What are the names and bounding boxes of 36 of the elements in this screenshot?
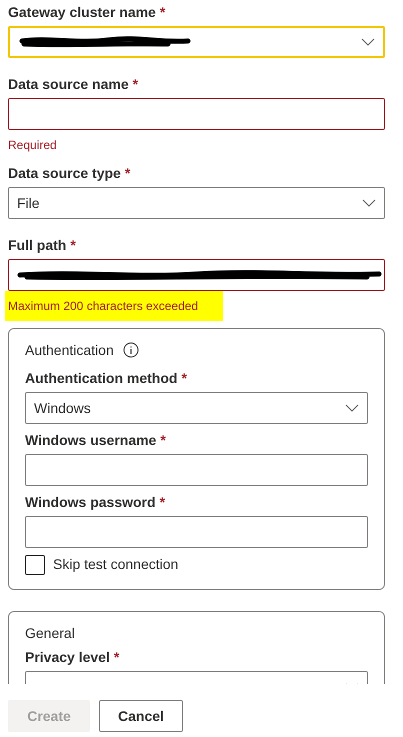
- chevron-down-icon: [361, 38, 375, 46]
- field-label: Authentication method: [25, 368, 178, 388]
- required-asterisk: *: [160, 492, 166, 512]
- info-icon[interactable]: [122, 342, 139, 358]
- field-value: File: [17, 194, 40, 212]
- checkbox-label: Skip test connection: [53, 555, 178, 574]
- dropdown[interactable]: [8, 26, 385, 58]
- section-title: Authentication: [25, 340, 114, 360]
- chevron-down-icon: [362, 199, 376, 207]
- required-asterisk: *: [132, 74, 138, 94]
- field-label: Full path: [8, 236, 66, 255]
- required-asterisk: *: [160, 2, 166, 22]
- dropdown[interactable]: Windows: [25, 392, 368, 424]
- error-message: Required: [8, 137, 57, 154]
- required-asterisk: *: [181, 368, 187, 388]
- required-asterisk: *: [124, 164, 130, 182]
- required-asterisk: *: [160, 430, 166, 450]
- cancel-button[interactable]: Cancel: [99, 700, 183, 732]
- error-message: Maximum 200 characters exceeded: [5, 291, 224, 321]
- input-field[interactable]: [25, 454, 368, 486]
- chevron-down-icon: [345, 404, 359, 412]
- required-asterisk: *: [114, 648, 120, 666]
- required-asterisk: *: [70, 236, 76, 254]
- field-label: Windows username: [25, 430, 156, 450]
- input-field[interactable]: [8, 98, 385, 130]
- checkbox[interactable]: [25, 554, 45, 574]
- field-label: Gateway cluster name: [8, 2, 156, 22]
- field-label: Privacy level: [25, 648, 110, 667]
- field-label: Data source type: [8, 164, 121, 183]
- field-label: Data source name: [8, 74, 129, 94]
- input-field[interactable]: [25, 516, 368, 548]
- dropdown[interactable]: File: [8, 187, 385, 219]
- input-field[interactable]: [8, 259, 385, 291]
- field-label: Windows password: [25, 492, 156, 512]
- section-title: General: [25, 624, 75, 642]
- field-value: Windows: [34, 398, 91, 418]
